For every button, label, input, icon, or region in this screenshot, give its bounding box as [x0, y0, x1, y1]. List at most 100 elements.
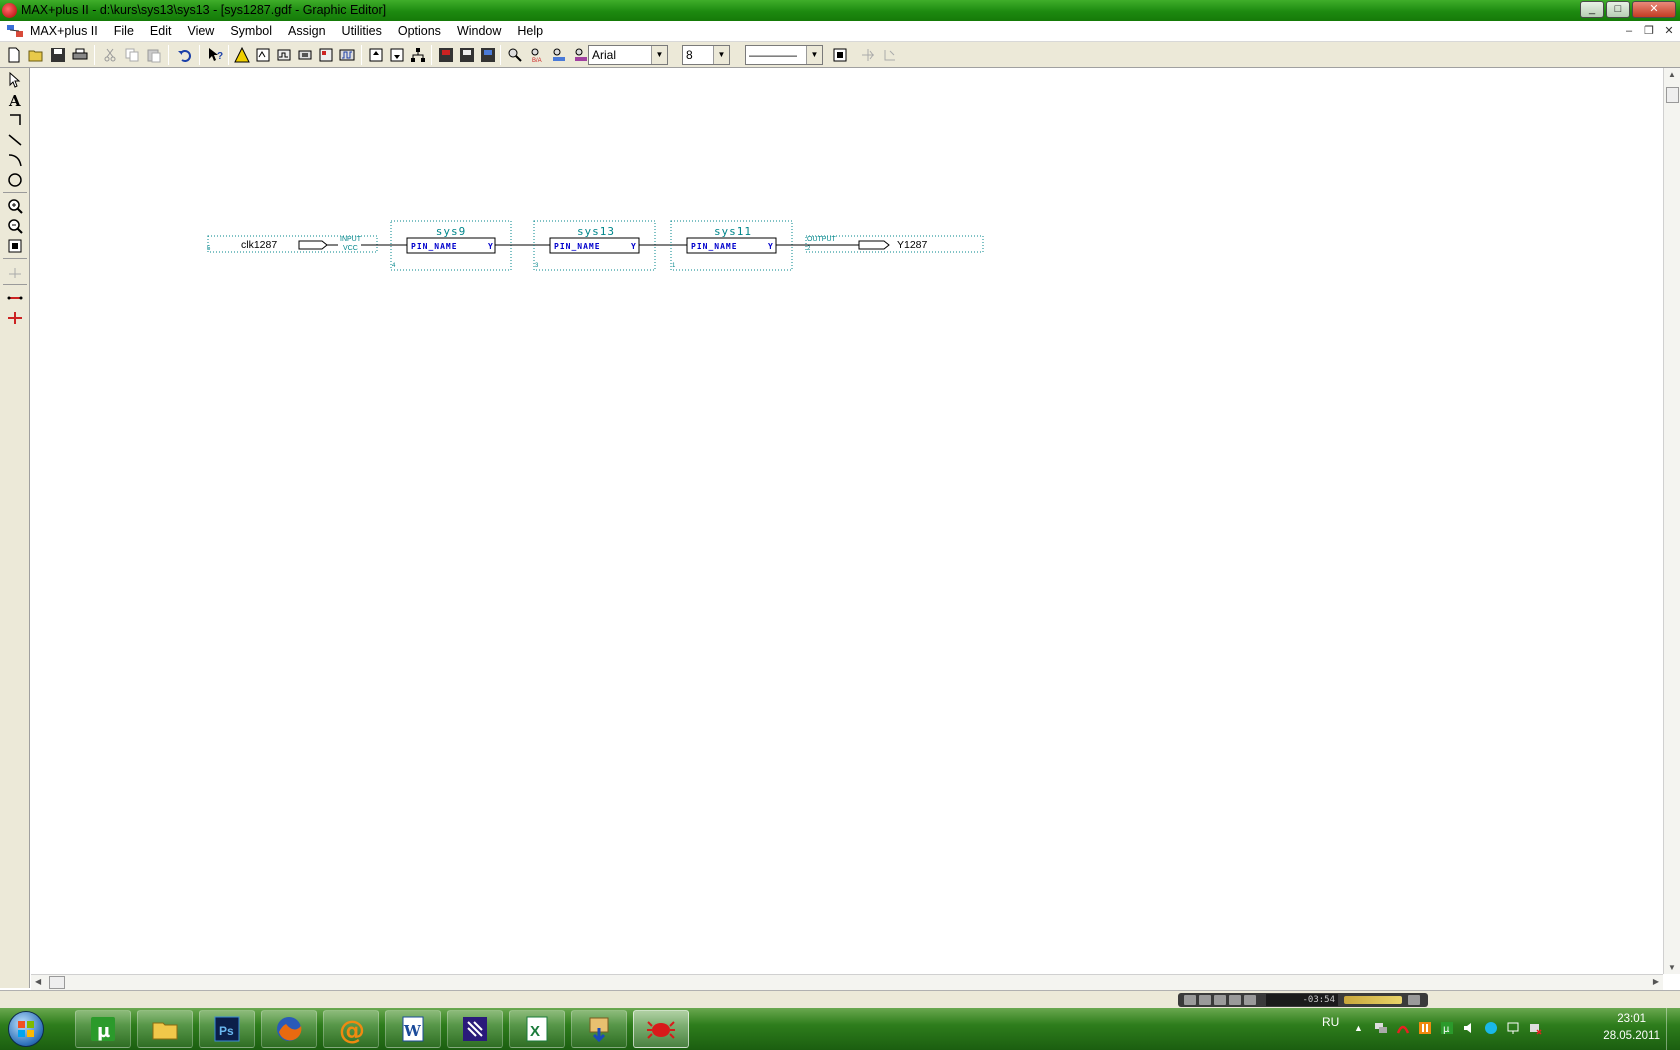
stop-icon[interactable]: [1214, 995, 1226, 1005]
zoom-out-icon[interactable]: [5, 216, 25, 236]
taskbar-spider-icon[interactable]: [633, 1010, 689, 1048]
line-style-select[interactable]: ———— ▼: [745, 45, 823, 65]
save-compile-icon[interactable]: [457, 45, 477, 65]
doc-close-button[interactable]: ✕: [1662, 24, 1676, 38]
hierarchy-display-icon[interactable]: [408, 45, 428, 65]
language-indicator[interactable]: RU: [1322, 1015, 1339, 1029]
waveform-icon[interactable]: [337, 45, 357, 65]
horizontal-scroll-thumb[interactable]: [49, 976, 65, 989]
symbol-block-sys9[interactable]: sys9 PIN_NAME Y 4: [390, 220, 512, 271]
undo-icon[interactable]: [175, 45, 195, 65]
taskbar-photoshop-icon[interactable]: Ps: [199, 1010, 255, 1048]
close-button[interactable]: ✕: [1632, 1, 1676, 18]
title-bar[interactable]: MAX+plus II - d:\kurs\sys13\sys13 - [sys…: [0, 0, 1680, 21]
taskbar-mail-agent-icon[interactable]: @: [323, 1010, 379, 1048]
rubberband-icon[interactable]: [5, 262, 25, 282]
find-clique-icon[interactable]: [549, 45, 569, 65]
hierarchy-down-icon[interactable]: [387, 45, 407, 65]
font-size-select[interactable]: 8 ▼: [682, 45, 730, 65]
chevron-down-icon[interactable]: ▼: [806, 46, 822, 64]
antivirus-icon[interactable]: [1396, 1021, 1410, 1035]
rotate-icon[interactable]: [880, 45, 900, 65]
programmer-icon[interactable]: [295, 45, 315, 65]
symbol-block-sys11[interactable]: sys11 PIN_NAME Y 1: [670, 220, 793, 271]
chevron-down-icon[interactable]: ▼: [651, 46, 667, 64]
selection-arrow-icon[interactable]: [5, 70, 25, 90]
previous-icon[interactable]: [1229, 995, 1241, 1005]
vertical-scroll-thumb[interactable]: [1666, 87, 1679, 103]
connection-icon[interactable]: [1506, 1021, 1520, 1035]
media-player-mini[interactable]: -03:54: [1178, 993, 1428, 1007]
menu-window[interactable]: Window: [457, 24, 509, 38]
scroll-right-icon[interactable]: ▶: [1653, 977, 1659, 986]
taskbar-download-icon[interactable]: [571, 1010, 627, 1048]
fit-in-window-icon[interactable]: [5, 236, 25, 256]
save-icon[interactable]: [48, 45, 68, 65]
menu-utilities[interactable]: Utilities: [342, 24, 390, 38]
chevron-down-icon[interactable]: ▼: [713, 46, 729, 64]
doc-restore-button[interactable]: ❐: [1642, 24, 1656, 38]
schematic-canvas[interactable]: 5 clk1287 INPUT VCC sys9 PIN_NAME Y 4 sy…: [31, 68, 1663, 974]
clock[interactable]: 23:01 28.05.2011: [1603, 1011, 1660, 1045]
diagonal-line-icon[interactable]: [5, 130, 25, 150]
orthogonal-line-icon[interactable]: [5, 110, 25, 130]
connect-lines-icon[interactable]: [5, 288, 25, 308]
timing-icon[interactable]: [274, 45, 294, 65]
menu-maxplus[interactable]: MAX+plus II: [30, 24, 106, 38]
skype-icon[interactable]: [1484, 1021, 1498, 1035]
menu-file[interactable]: File: [114, 24, 142, 38]
taskbar-firefox-icon[interactable]: [261, 1010, 317, 1048]
arc-tool-icon[interactable]: [5, 150, 25, 170]
input-pin[interactable]: 5 clk1287 INPUT VCC: [207, 235, 378, 253]
menu-edit[interactable]: Edit: [150, 24, 180, 38]
menu-symbol[interactable]: Symbol: [230, 24, 280, 38]
show-desktop-button[interactable]: [1666, 1008, 1680, 1050]
cut-icon[interactable]: [100, 45, 120, 65]
start-button[interactable]: [2, 1009, 50, 1049]
save-simulate-icon[interactable]: [478, 45, 498, 65]
doc-minimize-button[interactable]: –: [1622, 24, 1636, 38]
floorplan-icon[interactable]: [316, 45, 336, 65]
scroll-left-icon[interactable]: ◀: [35, 977, 41, 986]
find-tags-icon[interactable]: B/A: [527, 45, 547, 65]
check-pins-icon[interactable]: [830, 45, 850, 65]
volume-icon[interactable]: [1462, 1021, 1476, 1035]
volume-slider[interactable]: [1344, 996, 1402, 1004]
disconnect-lines-icon[interactable]: [5, 308, 25, 328]
taskbar-maxplus-icon[interactable]: [447, 1010, 503, 1048]
compiler-icon[interactable]: [232, 45, 252, 65]
horizontal-scrollbar[interactable]: ◀ ▶: [31, 974, 1663, 990]
network-icon[interactable]: [1374, 1021, 1388, 1035]
pause-icon[interactable]: [1418, 1021, 1432, 1035]
menu-help[interactable]: Help: [517, 24, 551, 38]
vertical-scrollbar[interactable]: ▲ ▼: [1663, 68, 1680, 974]
help-pointer-icon[interactable]: ?: [205, 45, 225, 65]
minimize-button[interactable]: _: [1580, 1, 1604, 18]
scroll-down-icon[interactable]: ▼: [1668, 963, 1676, 972]
taskbar-excel-icon[interactable]: X: [509, 1010, 565, 1048]
output-pin[interactable]: OUTPUT 2 Y1287: [805, 235, 984, 253]
taskbar-word-icon[interactable]: W: [385, 1010, 441, 1048]
document-system-icon[interactable]: [6, 23, 24, 39]
new-icon[interactable]: [4, 45, 24, 65]
flip-horizontal-icon[interactable]: [858, 45, 878, 65]
taskbar-utorrent-icon[interactable]: µ: [75, 1010, 131, 1048]
open-icon[interactable]: [26, 45, 46, 65]
menu-assign[interactable]: Assign: [288, 24, 334, 38]
text-tool-icon[interactable]: A: [5, 90, 25, 110]
pause-icon[interactable]: [1199, 995, 1211, 1005]
safely-remove-icon[interactable]: [1528, 1021, 1542, 1035]
font-select[interactable]: Arial ▼: [588, 45, 668, 65]
symbol-block-sys13[interactable]: sys13 PIN_NAME Y 3: [533, 220, 656, 271]
find-node-icon[interactable]: [505, 45, 525, 65]
expand-icon[interactable]: [1408, 995, 1420, 1005]
play-icon[interactable]: [1184, 995, 1196, 1005]
maximize-button[interactable]: □: [1606, 1, 1630, 18]
save-check-icon[interactable]: [436, 45, 456, 65]
print-icon[interactable]: [70, 45, 90, 65]
show-hidden-icon[interactable]: ▲: [1354, 1023, 1368, 1037]
copy-icon[interactable]: [122, 45, 142, 65]
app-tray-icon[interactable]: µ: [1440, 1021, 1454, 1035]
hierarchy-up-icon[interactable]: [366, 45, 386, 65]
next-icon[interactable]: [1244, 995, 1256, 1005]
